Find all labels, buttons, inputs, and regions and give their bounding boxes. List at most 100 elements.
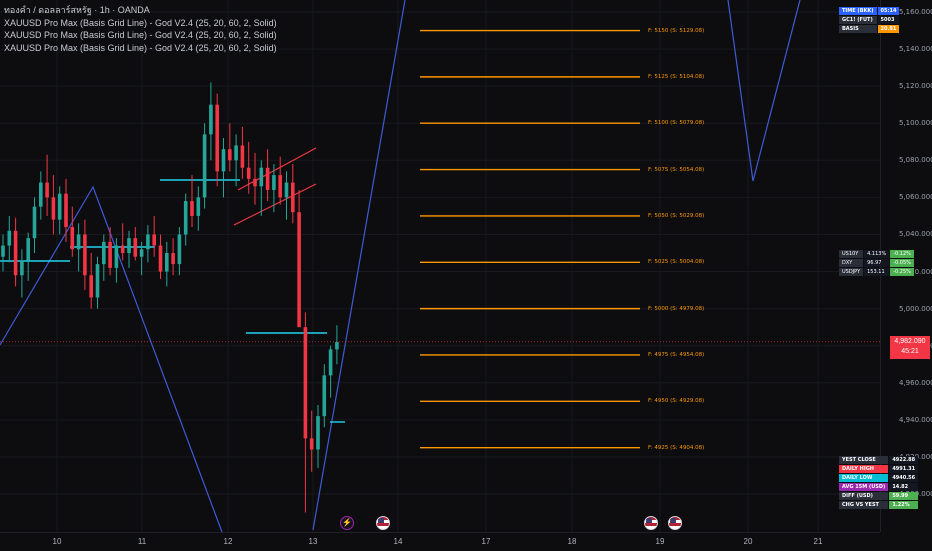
panel-label: DXY — [839, 259, 864, 267]
price-tick-label: 5,120.000 — [899, 82, 932, 91]
panel-label: DAILY LOW — [839, 474, 889, 482]
candle-body — [196, 197, 201, 216]
panel-value: 05:14 — [877, 7, 900, 15]
candle-body — [158, 245, 163, 272]
time-tick-label: 13 — [308, 537, 318, 546]
candle-body — [13, 230, 18, 276]
fib-label: F: 4925 (S: 4904.08) — [648, 444, 705, 451]
candle-body — [284, 182, 289, 198]
panel-label: DAILY HIGH — [839, 465, 889, 473]
candle-body — [70, 227, 75, 250]
candle-body — [102, 241, 106, 265]
indicator-title-2[interactable]: XAUUSD Pro Max (Basis Grid Line) - God V… — [4, 29, 277, 42]
fib-label: F: 5025 (S: 5004.08) — [648, 259, 705, 266]
panel-value: 153.11 — [864, 268, 890, 276]
fib-label: F: 4950 (S: 4929.08) — [648, 398, 705, 405]
indicator-title-3[interactable]: XAUUSD Pro Max (Basis Grid Line) - God V… — [4, 42, 277, 55]
panel-label: BASIS — [839, 25, 877, 33]
panel-label: TIME (BKK) — [839, 7, 877, 15]
time-tick-label: 19 — [655, 537, 665, 546]
candle-body — [177, 234, 182, 265]
price-tick-label: 5,040.000 — [899, 230, 932, 239]
candle-body — [202, 134, 207, 198]
fib-label: F: 5150 (S: 5129.08) — [648, 27, 705, 34]
panel-row: BASIS 20.91 — [839, 25, 900, 33]
time-tick-label: 21 — [813, 537, 823, 546]
panel-value: 20.91 — [877, 25, 900, 33]
bar-countdown: 45:21 — [901, 348, 919, 355]
candle-body — [64, 193, 68, 228]
fib-label: F: 5100 (S: 5079.08) — [648, 120, 705, 127]
fib-label: F: 5075 (S: 5054.08) — [648, 166, 705, 173]
fib-label: F: 5000 (S: 4979.08) — [648, 305, 705, 312]
zigzag-segment — [727, 0, 801, 182]
panel-change: -0.12% — [890, 250, 914, 258]
us-flag-icon[interactable] — [644, 516, 658, 530]
panel-value: 14.82 — [889, 483, 919, 491]
candle-body — [209, 104, 213, 135]
panel-row: DAILY HIGH 4991.31 — [839, 465, 919, 473]
panel-label: CHG VS YEST — [839, 501, 889, 509]
us-flag-icon[interactable] — [668, 516, 682, 530]
zigzag-segment — [312, 0, 406, 531]
candle-body — [272, 175, 276, 190]
panel-value: 5003 — [877, 16, 900, 24]
time-tick-label: 17 — [481, 537, 491, 546]
channel-lower — [233, 183, 317, 226]
price-chart[interactable] — [0, 0, 932, 550]
macro-panel: US10Y 4.113% -0.12% DXY 96.97 -0.05% USDJPY 153… — [838, 249, 915, 277]
panel-label: AVG 15M (USD) — [839, 483, 889, 491]
indicator-title-1[interactable]: XAUUSD Pro Max (Basis Grid Line) - God V… — [4, 17, 277, 30]
price-tick-label: 4,940.000 — [899, 415, 932, 424]
panel-row: DIFF (USD) 59.99 — [839, 492, 919, 500]
candle-body — [57, 193, 62, 220]
panel-row: DAILY LOW 4940.56 — [839, 474, 919, 482]
candle-body — [291, 182, 295, 213]
candle-body — [89, 275, 93, 298]
time-tick-label: 14 — [393, 537, 403, 546]
panel-label: USDJPY — [839, 268, 864, 276]
candle-body — [120, 245, 125, 253]
time-basis-panel: TIME (BKK) 05:14 GC1! (FUT) 5003 BASIS 20.91 — [838, 6, 900, 34]
candle-body — [32, 206, 37, 239]
time-axis[interactable]: 10 11 12 13 14 17 18 19 20 21 — [0, 532, 880, 551]
lightning-icon[interactable]: ⚡ — [340, 516, 354, 530]
chart-legend: ทองคำ / ดอลลาร์สหรัฐ · 1h · OANDA XAUUSD… — [4, 4, 277, 54]
panel-row: US10Y 4.113% -0.12% — [839, 250, 914, 258]
panel-value: 59.99 — [889, 492, 919, 500]
time-tick-label: 18 — [567, 537, 577, 546]
current-price: 4,982.090 — [894, 338, 926, 345]
panel-row: DXY 96.97 -0.05% — [839, 259, 914, 267]
time-tick-label: 10 — [52, 537, 62, 546]
candle-body — [278, 175, 282, 198]
panel-label: DIFF (USD) — [839, 492, 889, 500]
candle-body — [246, 167, 251, 179]
panel-row: YEST CLOSE 4922.88 — [839, 456, 919, 464]
zigzag-segment — [0, 185, 223, 533]
candle-body — [240, 145, 245, 168]
candle-body — [76, 234, 81, 250]
candle-body — [265, 167, 270, 190]
panel-row: GC1! (FUT) 5003 — [839, 16, 900, 24]
symbol-title[interactable]: ทองคำ / ดอลลาร์สหรัฐ · 1h · OANDA — [4, 4, 277, 17]
panel-label: YEST CLOSE — [839, 456, 889, 464]
panel-value: 4.113% — [864, 250, 890, 258]
time-tick-label: 20 — [743, 537, 753, 546]
axis-corner — [880, 532, 932, 550]
candle-body — [146, 234, 150, 250]
candle-body — [303, 327, 308, 439]
panel-row: AVG 15M (USD) 14.82 — [839, 483, 919, 491]
price-tick-label: 5,080.000 — [899, 156, 932, 165]
panel-value: 4922.88 — [889, 456, 919, 464]
panel-label: US10Y — [839, 250, 864, 258]
us-flag-icon[interactable] — [376, 516, 390, 530]
candle-body — [259, 167, 264, 187]
candle-body — [127, 238, 131, 253]
panel-value: 96.97 — [864, 259, 890, 267]
panel-change: -0.25% — [890, 268, 914, 276]
price-tick-label: 4,960.000 — [899, 378, 932, 387]
fib-label: F: 5050 (S: 5029.08) — [648, 212, 705, 219]
panel-row: TIME (BKK) 05:14 — [839, 7, 900, 15]
candle-body — [190, 201, 194, 216]
candle-body — [1, 245, 5, 257]
